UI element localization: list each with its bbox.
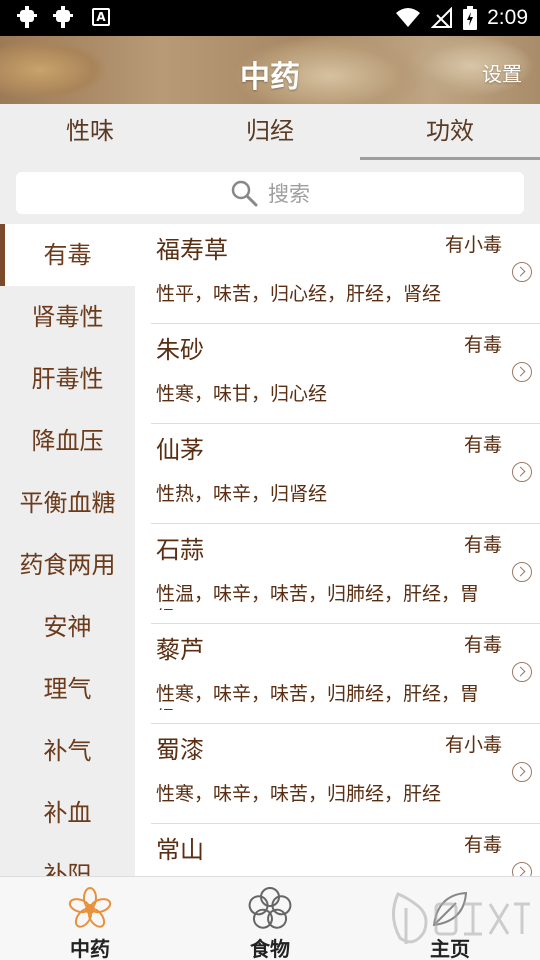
herb-properties: 性平，味苦，归心经，肝经，肾经 xyxy=(156,283,442,305)
sidebar-item-tonify-yang[interactable]: 补阳 xyxy=(0,844,135,876)
tab-efficacy[interactable]: 功效 xyxy=(360,104,540,160)
sidebar-item-balance-blood-sugar[interactable]: 平衡血糖 xyxy=(0,472,135,534)
chevron-right-icon xyxy=(512,862,532,876)
list-item[interactable]: 福寿草 有小毒 性平，味苦，归心经，肝经，肾经 xyxy=(151,224,540,324)
herb-name: 福寿草 xyxy=(156,236,228,264)
herb-name: 常山 xyxy=(156,836,204,864)
herb-name: 藜芦 xyxy=(156,636,204,664)
flower-icon xyxy=(248,887,292,929)
status-bar: A 2:09 xyxy=(0,0,540,36)
bug-icon xyxy=(53,6,73,28)
app-header: 中药 设置 xyxy=(0,36,540,104)
list-item[interactable]: 石蒜 有毒 性温，味辛，味苦，归肺经，肝经，胃经 xyxy=(151,524,540,624)
toxicity-label: 有毒 xyxy=(463,634,502,656)
system-icons: 2:09 xyxy=(395,4,528,32)
battery-icon xyxy=(463,6,478,30)
toxicity-label: 有毒 xyxy=(463,434,502,456)
toxicity-label: 有毒 xyxy=(463,334,502,356)
chevron-right-icon xyxy=(512,662,532,682)
chevron-right-icon xyxy=(512,562,532,582)
sidebar-item-hepatotoxic[interactable]: 肝毒性 xyxy=(0,348,135,410)
sidebar-item-nephrotoxic[interactable]: 肾毒性 xyxy=(0,286,135,348)
search-icon xyxy=(231,180,258,207)
sidebar-item-tonify-qi[interactable]: 补气 xyxy=(0,720,135,782)
a-icon: A xyxy=(92,8,110,26)
sidebar-item-toxic[interactable]: 有毒 xyxy=(0,224,135,286)
herb-name: 朱砂 xyxy=(156,336,204,364)
chevron-right-icon xyxy=(512,762,532,782)
search-input[interactable]: 搜索 xyxy=(16,172,524,214)
herb-name: 蜀漆 xyxy=(156,736,204,764)
search-placeholder: 搜索 xyxy=(268,182,310,206)
no-signal-icon xyxy=(431,7,453,28)
toxicity-label: 有毒 xyxy=(463,534,502,556)
tab-flavor[interactable]: 性味 xyxy=(0,104,180,160)
toxicity-label: 有毒 xyxy=(463,834,502,856)
nav-food[interactable]: 食物 xyxy=(180,877,360,960)
toxicity-label: 有小毒 xyxy=(444,234,502,256)
herb-list: 福寿草 有小毒 性平，味苦，归心经，肝经，肾经 朱砂 有毒 性寒，味甘，归心经 … xyxy=(135,224,540,876)
sidebar-item-regulate-qi[interactable]: 理气 xyxy=(0,658,135,720)
herb-name: 石蒜 xyxy=(156,536,204,564)
search-bar: 搜索 xyxy=(0,160,540,224)
list-item[interactable]: 仙茅 有毒 性热，味辛，归肾经 xyxy=(151,424,540,524)
category-tabs: 性味 归经 功效 xyxy=(0,104,540,160)
toxicity-label: 有小毒 xyxy=(444,734,502,756)
notification-icons: A xyxy=(14,4,110,30)
nav-herbs[interactable]: 中药 xyxy=(0,877,180,960)
herb-name: 仙茅 xyxy=(156,436,204,464)
herb-properties: 性寒，味辛，味苦，归肺经，肝经 xyxy=(156,783,442,805)
bug-icon xyxy=(17,6,37,28)
sidebar-item-calm-mind[interactable]: 安神 xyxy=(0,596,135,658)
herb-properties: 性热，味辛，归肾经 xyxy=(156,483,328,505)
list-item[interactable]: 常山 有毒 xyxy=(151,824,540,876)
flower-icon xyxy=(68,887,112,928)
clock: 2:09 xyxy=(487,6,528,29)
nav-food-label: 食物 xyxy=(250,937,290,960)
nav-herbs-label: 中药 xyxy=(70,937,110,960)
category-sidebar: 有毒 肾毒性 肝毒性 降血压 平衡血糖 药食两用 安神 理气 补气 补血 补阳 xyxy=(0,224,135,876)
sidebar-item-tonify-blood[interactable]: 补血 xyxy=(0,782,135,844)
wifi-icon xyxy=(396,8,421,27)
sidebar-item-medicine-food[interactable]: 药食两用 xyxy=(0,534,135,596)
sidebar-item-lower-blood-pressure[interactable]: 降血压 xyxy=(0,410,135,472)
chevron-right-icon xyxy=(512,362,532,382)
herb-properties: 性寒，味辛，味苦，归肺经，肝经，胃经 xyxy=(156,683,480,710)
watermark-logo xyxy=(392,892,530,944)
page-title: 中药 xyxy=(240,60,300,95)
tab-meridian[interactable]: 归经 xyxy=(180,104,360,160)
chevron-right-icon xyxy=(512,462,532,482)
list-item[interactable]: 朱砂 有毒 性寒，味甘，归心经 xyxy=(151,324,540,424)
settings-button[interactable]: 设置 xyxy=(482,58,522,87)
herb-properties: 性温，味辛，味苦，归肺经，肝经，胃经 xyxy=(156,583,480,610)
list-item[interactable]: 蜀漆 有小毒 性寒，味辛，味苦，归肺经，肝经 xyxy=(151,724,540,824)
list-item[interactable]: 藜芦 有毒 性寒，味辛，味苦，归肺经，肝经，胃经 xyxy=(151,624,540,724)
herb-properties: 性寒，味甘，归心经 xyxy=(156,383,328,405)
chevron-right-icon xyxy=(512,262,532,282)
